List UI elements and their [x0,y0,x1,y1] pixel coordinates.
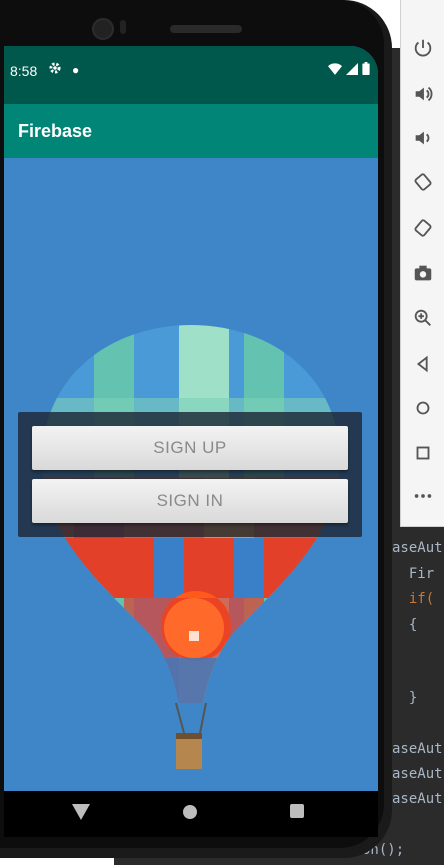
code-line: aseAut [392,791,443,807]
back-icon[interactable] [401,346,444,382]
volume-up-icon[interactable] [401,76,444,112]
volume-down-icon[interactable] [401,120,444,156]
back-nav-icon[interactable] [72,804,90,825]
home-icon[interactable] [401,390,444,426]
emulator-toolbar [400,0,444,527]
sign-up-button[interactable]: SIGN UP [32,426,348,470]
rotate-right-icon[interactable] [401,210,444,246]
overview-nav-icon[interactable] [290,804,304,823]
status-time: 8:58 [10,63,38,79]
rotate-left-icon[interactable] [401,164,444,200]
settings-gear-icon [48,61,62,78]
more-icon[interactable] [401,478,444,514]
status-icons [328,62,370,75]
code-line: aseAut [392,741,443,757]
app-title: Firebase [18,121,93,141]
code-line: aseAut [392,766,443,782]
code-line: aseAut [392,540,443,556]
wifi-icon [328,62,342,75]
device-screen: 8:58 ● Firebase SIGN UP SIGN IN [4,46,378,791]
sensor [120,20,126,34]
overview-icon[interactable] [401,435,444,471]
zoom-icon[interactable] [401,300,444,336]
code-line: { [392,617,418,633]
camera-icon[interactable] [401,255,444,291]
sign-in-button[interactable]: SIGN IN [32,479,348,523]
signal-icon [346,62,358,75]
auth-panel: SIGN UP SIGN IN [18,412,362,537]
navigation-bar [4,791,378,837]
code-line: Fir [392,566,435,582]
code-line: } [392,690,418,706]
status-bar: 8:58 ● [4,46,378,104]
battery-icon [362,62,370,75]
power-icon[interactable] [401,30,444,66]
camera-lens [92,18,114,40]
notification-dot-icon: ● [72,63,80,77]
phone-frame: 8:58 ● Firebase SIGN UP SIGN IN [0,0,392,858]
code-line: if( [392,591,435,607]
earpiece-speaker [170,25,242,33]
home-nav-icon[interactable] [182,804,198,825]
app-bar: Firebase [4,104,378,158]
phone-bezel: 8:58 ● Firebase SIGN UP SIGN IN [0,0,384,848]
